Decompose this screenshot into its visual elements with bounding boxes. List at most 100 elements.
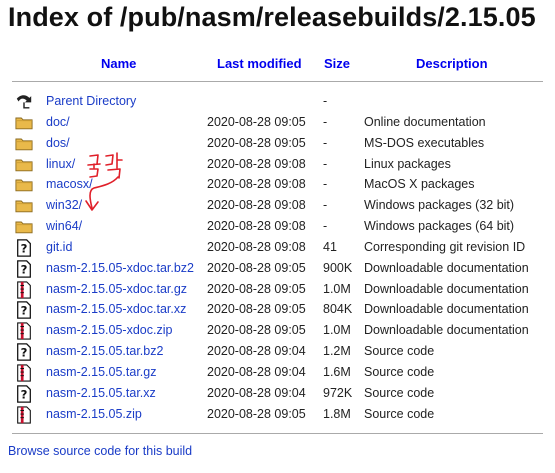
sort-by-last-modified-link[interactable]: Last modified	[217, 56, 302, 71]
sort-by-description-link[interactable]: Description	[416, 56, 488, 71]
last-modified-cell: 2020-08-28 09:04	[207, 364, 306, 379]
description-cell: MacOS X packages	[364, 177, 475, 192]
file-link[interactable]: dos/	[46, 136, 70, 150]
size-cell: -	[323, 114, 328, 129]
file-list: Parent Directory - doc/2020-08-28 09:05 - On…	[0, 92, 555, 426]
sort-by-size-link[interactable]: Size	[324, 56, 350, 71]
sort-by-name-link[interactable]: Name	[101, 56, 136, 71]
description-cell: Linux packages	[364, 156, 451, 171]
last-modified-cell: 2020-08-28 09:04	[207, 344, 306, 359]
folder-icon[interactable]	[15, 135, 33, 153]
file-link[interactable]: macosx/	[46, 177, 93, 191]
size-cell: -	[323, 135, 328, 150]
last-modified-cell: 2020-08-28 09:05	[207, 406, 306, 421]
last-modified-cell: 2020-08-28 09:08	[207, 239, 306, 254]
table-row: macosx/2020-08-28 09:08 - MacOS X packages	[0, 175, 555, 196]
table-row: ? nasm-2.15.05-xdoc.tar.xz 2020-08-28 09:0…	[0, 300, 555, 321]
size-cell: -	[323, 177, 328, 192]
table-row: ? nasm-2.15.05-xdoc.tar.bz2 2020-08-28 09:…	[0, 259, 555, 280]
unknown-file-icon[interactable]: ?	[15, 343, 33, 361]
size-cell: 804K	[323, 302, 353, 317]
compressed-file-icon[interactable]	[15, 322, 33, 340]
file-link[interactable]: nasm-2.15.05-xdoc.tar.xz	[46, 302, 186, 316]
unknown-file-icon[interactable]: ?	[15, 239, 33, 257]
file-link[interactable]: nasm-2.15.05-xdoc.tar.gz	[46, 282, 187, 296]
svg-text:?: ?	[21, 304, 28, 318]
page-title: Index of /pub/nasm/releasebuilds/2.15.05	[8, 2, 536, 32]
description-cell: Source code	[364, 364, 435, 379]
footer-divider	[12, 433, 543, 434]
back-icon[interactable]	[15, 93, 33, 111]
folder-icon[interactable]	[15, 218, 33, 236]
svg-text:?: ?	[21, 241, 28, 255]
file-link[interactable]: doc/	[46, 115, 70, 129]
last-modified-cell: 2020-08-28 09:05	[207, 281, 306, 296]
description-cell: Windows packages (64 bit)	[364, 219, 515, 234]
description-cell: Downloadable documentation	[364, 281, 529, 296]
file-link[interactable]: git.id	[46, 240, 72, 254]
file-link[interactable]: win32/	[46, 198, 82, 212]
description-cell: Source code	[364, 344, 435, 359]
table-row: nasm-2.15.05-xdoc.zip 2020-08-28 09:05 1.0…	[0, 321, 555, 342]
size-cell: 1.2M	[323, 344, 351, 359]
header-divider	[12, 81, 543, 82]
description-cell: Source code	[364, 385, 435, 400]
file-link[interactable]: linux/	[46, 157, 75, 171]
size-cell: -	[323, 219, 328, 234]
folder-icon[interactable]	[15, 114, 33, 132]
last-modified-cell: 2020-08-28 09:05	[207, 260, 306, 275]
file-link[interactable]: nasm-2.15.05.tar.gz	[46, 365, 156, 379]
folder-icon[interactable]	[15, 176, 33, 194]
last-modified-cell: 2020-08-28 09:05	[207, 135, 306, 150]
file-link[interactable]: nasm-2.15.05-xdoc.tar.bz2	[46, 261, 194, 275]
last-modified-cell: 2020-08-28 09:05	[207, 323, 306, 338]
svg-text:?: ?	[21, 262, 28, 276]
table-row: nasm-2.15.05.tar.gz 2020-08-28 09:04 1.6M S…	[0, 363, 555, 384]
size-cell: 1.6M	[323, 364, 351, 379]
file-link[interactable]: win64/	[46, 219, 82, 233]
table-row: ? git.id 2020-08-28 09:08 41 Corresponding g…	[0, 238, 555, 259]
file-link[interactable]: nasm-2.15.05.tar.bz2	[46, 344, 163, 358]
table-row: win64/2020-08-28 09:08 - Windows packages …	[0, 217, 555, 238]
size-cell: 41	[323, 239, 337, 254]
last-modified-cell: 2020-08-28 09:05	[207, 114, 306, 129]
description-cell: Online documentation	[364, 114, 486, 129]
size-cell: -	[323, 94, 328, 108]
description-cell: Downloadable documentation	[364, 260, 529, 275]
svg-text:?: ?	[21, 346, 28, 360]
file-link[interactable]: nasm-2.15.05.tar.xz	[46, 386, 156, 400]
unknown-file-icon[interactable]: ?	[15, 385, 33, 403]
table-row: ? nasm-2.15.05.tar.xz 2020-08-28 09:04 972K…	[0, 384, 555, 405]
directory-listing-page: Index of /pub/nasm/releasebuilds/2.15.05…	[0, 0, 555, 473]
compressed-file-icon[interactable]	[15, 280, 33, 299]
size-cell: 1.0M	[323, 281, 351, 296]
size-cell: 972K	[323, 385, 353, 400]
description-cell: Downloadable documentation	[364, 302, 529, 317]
last-modified-cell: 2020-08-28 09:04	[207, 385, 306, 400]
svg-text:?: ?	[21, 387, 28, 401]
folder-icon[interactable]	[15, 197, 33, 215]
folder-icon[interactable]	[15, 156, 33, 174]
table-row: nasm-2.15.05-xdoc.tar.gz 2020-08-28 09:05…	[0, 280, 555, 301]
file-link[interactable]: nasm-2.15.05-xdoc.zip	[46, 323, 172, 337]
description-cell: Source code	[364, 406, 435, 421]
size-cell: -	[323, 156, 328, 171]
compressed-file-icon[interactable]	[15, 406, 33, 424]
last-modified-cell: 2020-08-28 09:08	[207, 198, 306, 213]
compressed-file-icon[interactable]	[15, 364, 33, 382]
size-cell: 1.8M	[323, 406, 351, 421]
unknown-file-icon[interactable]: ?	[15, 301, 33, 320]
parent-directory-link[interactable]: Parent Directory	[46, 94, 136, 108]
description-cell: Downloadable documentation	[364, 323, 529, 338]
unknown-file-icon[interactable]: ?	[15, 260, 33, 278]
parent-directory-row: Parent Directory -	[0, 92, 555, 113]
table-row: ? nasm-2.15.05.tar.bz2 2020-08-28 09:04 1.2…	[0, 342, 555, 363]
last-modified-cell: 2020-08-28 09:05	[207, 302, 306, 317]
description-cell: MS-DOS executables	[364, 135, 485, 150]
description-cell: Corresponding git revision ID	[364, 239, 526, 254]
table-row: linux/2020-08-28 09:08 - Linux packages	[0, 155, 555, 176]
browse-source-link[interactable]: Browse source code for this build	[8, 444, 192, 458]
table-row: win32/2020-08-28 09:08 - Windows packages …	[0, 196, 555, 217]
size-cell: -	[323, 198, 328, 213]
file-link[interactable]: nasm-2.15.05.zip	[46, 407, 142, 421]
